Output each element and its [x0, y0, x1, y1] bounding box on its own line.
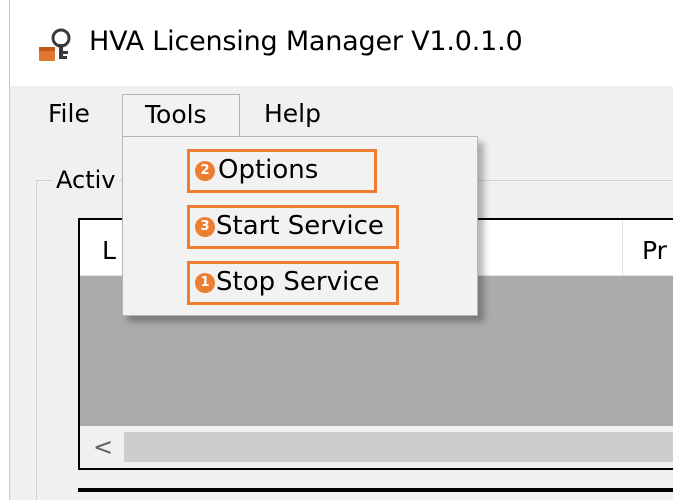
column-header-license[interactable]: L — [102, 236, 116, 265]
menu-file[interactable]: File — [38, 94, 100, 140]
step-badge: 3 — [195, 217, 215, 237]
column-header-product[interactable]: Pr — [642, 236, 667, 265]
step-badge: 1 — [195, 273, 215, 293]
groupbox-label: Activ — [52, 166, 120, 194]
menu-item-stop-service[interactable]: 1 Stop Service — [187, 261, 399, 305]
title-bar[interactable]: HVA Licensing Manager V1.0.1.0 — [10, 0, 673, 86]
menu-bar: File Tools Help — [10, 86, 673, 140]
menu-item-start-service[interactable]: 3 Start Service — [187, 205, 399, 249]
menu-help[interactable]: Help — [246, 94, 331, 140]
window-title: HVA Licensing Manager V1.0.1.0 — [89, 26, 523, 57]
step-badge: 2 — [195, 161, 215, 181]
menu-item-options-label: Options — [218, 155, 319, 185]
bottom-divider — [78, 488, 673, 500]
column-divider[interactable] — [622, 220, 623, 276]
tools-dropdown-menu: 2 Options 3 Start Service 1 Stop Service — [122, 136, 478, 316]
menu-item-options[interactable]: 2 Options — [187, 149, 377, 193]
menu-tools[interactable]: Tools — [122, 94, 240, 140]
key-lock-icon — [39, 28, 71, 61]
menu-item-stop-service-label: Stop Service — [216, 267, 380, 297]
window-left-border — [0, 0, 10, 500]
menu-item-start-service-label: Start Service — [216, 211, 384, 241]
chevron-left-icon[interactable]: < — [88, 432, 118, 462]
horizontal-scrollbar[interactable]: < — [80, 426, 673, 468]
scrollbar-thumb[interactable] — [124, 432, 673, 462]
